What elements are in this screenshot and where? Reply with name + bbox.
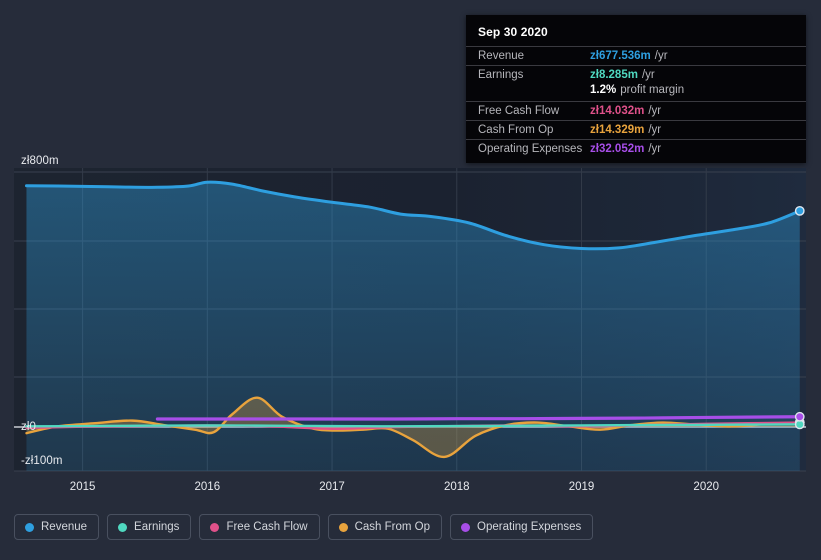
legend-item-cash-from-op[interactable]: Cash From Op [327,514,443,540]
tooltip-row-key: Cash From Op [478,124,554,136]
tooltip-row-value: zł677.536m [590,50,651,62]
tooltip-row-key: Operating Expenses [478,143,583,155]
tooltip-row-value: zł14.032m [590,105,645,117]
tooltip-row-value: zł32.052m [590,143,645,155]
tooltip-row-suffix: /yr [648,143,662,155]
tooltip-row-key: Earnings [478,69,524,81]
legend-item-operating-expenses[interactable]: Operating Expenses [450,514,594,540]
legend-color-dot-icon [461,522,471,532]
tooltip-row-value: 1.2% [590,84,617,96]
tooltip-title: Sep 30 2020 [478,25,548,39]
legend-item-free-cash-flow[interactable]: Free Cash Flow [199,514,320,540]
x-axis-tick-2016: 2016 [194,481,221,493]
legend-item-label: Free Cash Flow [226,521,308,533]
legend-item-label: Cash From Op [354,521,431,533]
tooltip-row-value: zł14.329m [590,124,645,136]
tooltip-row: 1.2% profit margin [466,84,806,101]
tooltip-row-key: Free Cash Flow [478,105,560,117]
y-axis-label-min: -zł100m [21,455,63,467]
tooltip-row-key: Revenue [478,50,525,62]
legend-item-label: Earnings [134,521,180,533]
tooltip-row-suffix: /yr [648,124,662,136]
chart-page: zł800m zł0 -zł100m 2015 2016 2017 2018 2019 2… [0,0,821,560]
series-endpoint-revenue [794,205,805,216]
data-tooltip: Sep 30 2020 Revenue zł677.536m/yr Earnings… [466,15,806,163]
y-axis-label-max: zł800m [21,155,59,167]
legend-color-dot-icon [210,522,220,532]
tooltip-row: Revenue zł677.536m/yr [466,46,806,65]
x-axis-tick-2017: 2017 [319,481,345,493]
x-axis-tick-2020: 2020 [693,481,720,493]
tooltip-row-suffix: profit margin [620,84,685,96]
legend-item-label: Revenue [41,521,88,533]
tooltip-row-suffix: /yr [654,50,668,62]
series-endpoint-operating-expenses [794,411,805,422]
tooltip-row-suffix: /yr [641,69,655,81]
tooltip-row: Earnings zł8.285m/yr [466,65,806,84]
y-axis-label-zero: zł0 [21,421,37,433]
legend-color-dot-icon [338,522,348,532]
x-axis-tick-2019: 2019 [568,481,595,493]
tooltip-row-suffix: /yr [648,105,662,117]
tooltip-row-value: zł8.285m [590,69,638,81]
tooltip-row: Free Cash Flow zł14.032m/yr [466,101,806,120]
tooltip-row: Operating Expenses zł32.052m/yr [466,139,806,158]
x-axis-tick-2015: 2015 [69,481,96,493]
legend-color-dot-icon [118,522,128,532]
tooltip-rows: Revenue zł677.536m/yr Earnings zł8.285m/yr 1… [466,46,806,158]
chart-legend[interactable]: Revenue Earnings Free Cash Flow Cash From O… [14,514,594,540]
legend-item-earnings[interactable]: Earnings [107,514,192,540]
x-axis-tick-2018: 2018 [443,481,470,493]
tooltip-row: Cash From Op zł14.329m/yr [466,120,806,139]
legend-item-revenue[interactable]: Revenue [14,514,100,540]
legend-color-dot-icon [25,522,34,532]
legend-item-label: Operating Expenses [477,521,582,533]
